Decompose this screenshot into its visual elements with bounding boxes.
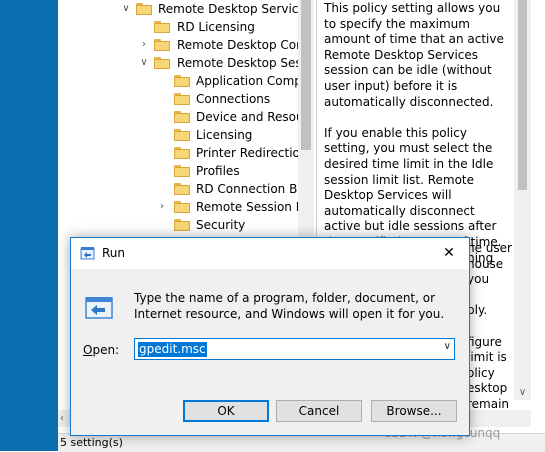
run-icon (80, 247, 95, 260)
description-fragment: he user (467, 241, 512, 255)
tree-item-printer-redirection[interactable]: Printer Redirection (156, 144, 298, 162)
description-fragment: nouse (467, 256, 504, 271)
tree-item-label: Connections (196, 92, 271, 106)
open-input-value[interactable]: gpedit.msc (138, 342, 207, 357)
chevron-right-icon[interactable]: › (138, 36, 150, 54)
desktop-background (0, 0, 58, 451)
chevron-down-icon[interactable]: ∨ (138, 54, 150, 72)
run-program-icon (85, 297, 113, 319)
tree-item-label: RD Connection Bro (196, 182, 298, 196)
open-label-text: pen: (92, 343, 120, 357)
folder-icon (136, 3, 152, 15)
tree-item-remote-desktop-connection-client[interactable]: › Remote Desktop Conn (138, 36, 298, 54)
window-edge (531, 0, 545, 451)
description-fragment: figure (467, 334, 502, 349)
tree-item-label: Remote Session En (196, 200, 298, 214)
tree-item-label: Remote Desktop Sessio (177, 56, 298, 70)
chevron-right-icon[interactable]: › (156, 198, 168, 216)
folder-icon (154, 39, 170, 51)
description-fragment: limit is (467, 350, 507, 365)
tree-item-remote-desktop-services[interactable]: ∨ Remote Desktop Services (120, 0, 298, 18)
run-dialog-title: Run (102, 246, 126, 260)
folder-icon (174, 93, 190, 105)
folder-icon (174, 75, 190, 87)
folder-icon (174, 219, 190, 231)
tree-item-connections[interactable]: Connections (156, 90, 298, 108)
scrollbar-thumb[interactable] (301, 0, 311, 150)
description-fragment: esktop (467, 381, 508, 396)
folder-icon (174, 129, 190, 141)
tree-item-licensing[interactable]: Licensing (156, 126, 298, 144)
tree-item-remote-session-environment[interactable]: › Remote Session En (156, 198, 298, 216)
description-fragment (467, 288, 513, 304)
tree-item-label: Printer Redirection (196, 146, 298, 160)
tree-item-profiles[interactable]: Profiles (156, 162, 298, 180)
description-fragment: ply. (467, 303, 488, 318)
run-titlebar[interactable]: Run ✕ (71, 238, 469, 269)
tree-item-label: Profiles (196, 164, 240, 178)
folder-icon (174, 111, 190, 123)
ok-button[interactable]: OK (183, 400, 269, 422)
open-label: Open: (83, 343, 119, 357)
folder-icon (174, 147, 190, 159)
scroll-down-arrow-icon[interactable]: ∨ (514, 387, 531, 398)
tree-item-security[interactable]: Security (156, 216, 298, 234)
description-fragment: you (467, 272, 490, 287)
status-text: 5 setting(s) (60, 436, 123, 449)
folder-icon (174, 183, 190, 195)
tree-item-label: Remote Desktop Conn (177, 38, 298, 52)
browse-button[interactable]: Browse... (371, 400, 457, 422)
scrollbar-thumb[interactable] (518, 0, 527, 190)
scroll-left-arrow-icon[interactable]: ‹ (60, 410, 64, 427)
description-continuation: he user nouse you ply. figure limit is o… (467, 241, 513, 413)
run-dialog: Run ✕ Type the name of a program, folder… (70, 237, 470, 436)
run-instructions: Type the name of a program, folder, docu… (134, 291, 445, 321)
tree-item-label: Device and Resour (196, 110, 298, 124)
tree-item-label: Application Compa (196, 74, 298, 88)
close-icon[interactable]: ✕ (437, 242, 461, 264)
folder-icon (154, 57, 170, 69)
folder-icon (174, 165, 190, 177)
tree-item-application-compatibility[interactable]: Application Compa (156, 72, 298, 90)
description-vertical-scrollbar[interactable]: ∨ (514, 0, 531, 400)
folder-icon (174, 201, 190, 213)
description-fragment (467, 319, 513, 335)
folder-icon (154, 21, 170, 33)
tree-item-label: Security (196, 218, 246, 232)
tree-item-rd-licensing[interactable]: RD Licensing (138, 18, 298, 36)
tree-item-rd-connection-broker[interactable]: RD Connection Bro (156, 180, 298, 198)
chevron-down-icon[interactable]: ∨ (120, 0, 132, 18)
description-fragment: olicy (467, 365, 495, 380)
open-combobox[interactable]: gpedit.msc ∨ (134, 338, 455, 360)
tree-item-label: Licensing (196, 128, 253, 142)
tree-item-remote-desktop-session-host[interactable]: ∨ Remote Desktop Sessio (138, 54, 298, 72)
description-paragraph-1: This policy setting allows you to specif… (324, 1, 504, 109)
tree-item-label: Remote Desktop Services (158, 2, 298, 16)
chevron-down-icon[interactable]: ∨ (444, 341, 451, 352)
tree-item-label: RD Licensing (177, 20, 255, 34)
tree-item-device-and-resource-redirection[interactable]: Device and Resour (156, 108, 298, 126)
cancel-button[interactable]: Cancel (276, 400, 362, 422)
